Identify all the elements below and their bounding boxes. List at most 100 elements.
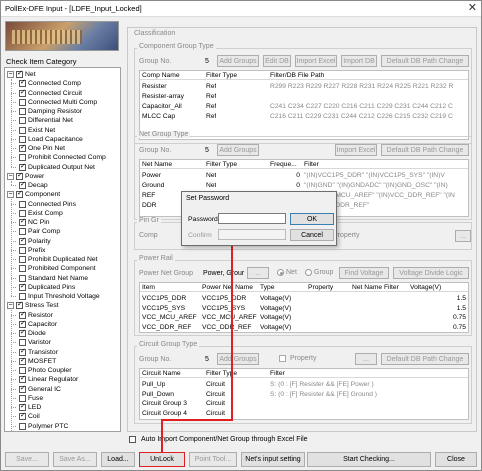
table-cell[interactable]: DDR	[142, 202, 157, 209]
table-cell[interactable]: C216 C211 C229 C231 C244 C212 C226 C215 …	[270, 113, 468, 120]
confirm-input[interactable]	[218, 229, 286, 240]
tree-item[interactable]: Connected Pins	[19, 200, 76, 209]
tree-item[interactable]: Transient Stress Test	[19, 430, 91, 431]
point-tool-button[interactable]: Point Tool...	[189, 452, 237, 467]
table-cell[interactable]: VCC1P5_DDR	[202, 295, 246, 302]
collapse-icon[interactable]: −	[7, 172, 14, 180]
tree-item-checkbox[interactable]	[19, 293, 26, 300]
tree-item-checkbox[interactable]	[19, 411, 26, 421]
tree-item-checkbox[interactable]	[19, 143, 26, 153]
table-cell[interactable]: R299 R223 R229 R227 R228 R231 R224 R225 …	[270, 83, 468, 90]
tree-item-checkbox[interactable]	[19, 402, 26, 412]
find-voltage-button[interactable]: Find Voltage	[339, 267, 389, 279]
comp-add-groups-button[interactable]: Add Groups	[217, 55, 259, 67]
tree-item[interactable]: Prohibit Duplicated Net	[19, 255, 98, 264]
table-cell[interactable]: Pull_Down	[142, 391, 174, 398]
radio-net[interactable]: Net	[277, 269, 297, 276]
table-cell[interactable]: VCC1P5_DDR	[142, 295, 186, 302]
tree-item-checkbox[interactable]	[19, 135, 26, 143]
tree-item-checkbox[interactable]	[19, 367, 26, 374]
tree-item-checkbox[interactable]	[19, 98, 26, 106]
table-cell[interactable]: Voltage(V)	[260, 324, 291, 331]
tree-group-checkbox[interactable]	[16, 189, 23, 199]
tree-item-checkbox[interactable]	[19, 246, 26, 254]
tree-group-checkbox[interactable]	[16, 300, 23, 310]
tree-item-checkbox[interactable]	[19, 328, 26, 338]
table-cell[interactable]: "(IN)VCC1P5_DDR" "(IN)VCC1P5_SYS" "(IN)V	[304, 172, 468, 179]
table-cell[interactable]: VCC_MCU_AREF	[202, 314, 257, 321]
circ-add-groups-button[interactable]: Add Groups	[217, 353, 259, 365]
tree-group-checkbox[interactable]	[16, 171, 23, 181]
tree-item[interactable]: Polarity	[19, 236, 51, 246]
tree-item-checkbox[interactable]	[19, 339, 26, 347]
table-cell[interactable]: Circuit Group 3	[142, 400, 187, 407]
tree-item[interactable]: Connected Comp	[19, 78, 81, 88]
table-cell[interactable]: Resister-array	[142, 93, 184, 100]
tree-item-checkbox[interactable]	[19, 200, 26, 208]
save-button[interactable]: Save...	[5, 452, 49, 467]
net-import-excel-button[interactable]: Import Excel	[335, 144, 377, 156]
tree-item-checkbox[interactable]	[19, 282, 26, 292]
tree-item-checkbox[interactable]	[19, 108, 26, 115]
collapse-icon[interactable]: −	[7, 71, 14, 78]
tree-item[interactable]: Connected Multi Comp	[19, 98, 97, 107]
net-default-db-path-button[interactable]: Default DB Path Change	[381, 144, 469, 156]
tree-item[interactable]: NC Pin	[19, 217, 50, 227]
table-cell[interactable]: Ref	[206, 83, 216, 90]
tree-item-checkbox[interactable]	[19, 256, 26, 263]
table-cell[interactable]: Ref	[206, 93, 216, 100]
circ-property-checkbox[interactable]: Property	[279, 355, 316, 362]
tree-item[interactable]: Exist Net	[19, 126, 55, 135]
ok-button[interactable]: OK	[290, 213, 334, 225]
table-cell[interactable]: REF	[142, 192, 155, 199]
tree-item-checkbox[interactable]	[19, 117, 26, 125]
start-checking-button[interactable]: Start Checking...	[307, 452, 431, 467]
table-cell[interactable]: VCC1P5_SYS	[142, 305, 185, 312]
table-cell[interactable]: Voltage(V)	[260, 295, 291, 302]
table-cell[interactable]: Circuit	[206, 400, 225, 407]
circ-default-db-path-button[interactable]: Default DB Path Change	[381, 353, 469, 365]
edit-db-button[interactable]: Edit DB	[263, 55, 291, 67]
table-cell[interactable]: Net	[206, 172, 216, 179]
tree-item-checkbox[interactable]	[19, 384, 26, 394]
table-cell[interactable]: Ref	[206, 113, 216, 120]
table-cell[interactable]: Circuit	[206, 410, 225, 417]
tree-item-checkbox[interactable]	[19, 154, 26, 162]
tree-item-checkbox[interactable]	[19, 347, 26, 357]
tree-item-checkbox[interactable]	[19, 217, 26, 227]
tree-item[interactable]: General IC	[19, 384, 61, 394]
tree-item-checkbox[interactable]	[19, 126, 26, 134]
tree-item[interactable]: One Pin Net	[19, 143, 65, 153]
tree-item[interactable]: Prohibit Connected Comp	[19, 153, 106, 162]
table-cell[interactable]: VCC_MCU_AREF	[142, 314, 197, 321]
tree-item[interactable]: Duplicated Output Net	[19, 162, 95, 172]
table-cell[interactable]: S: (0 : [F] Resister && [FE] Power )	[270, 381, 468, 388]
tree-group-checkbox[interactable]	[16, 69, 23, 79]
auto-import-box[interactable]	[129, 436, 136, 443]
tree-item[interactable]: Input Threshold Voltage	[19, 292, 100, 301]
table-cell[interactable]: "(IN)GND" "(IN)GNDADC" "(IN)GND_OSC" "(I…	[304, 182, 468, 189]
tree-item-checkbox[interactable]	[19, 78, 26, 88]
circ-property-box[interactable]	[279, 355, 286, 362]
table-cell[interactable]: 1.5	[410, 305, 466, 312]
tree-item-checkbox[interactable]	[19, 209, 26, 217]
table-cell[interactable]: Net	[206, 182, 216, 189]
voltage-divide-logic-button[interactable]: Voltage Divide Logic	[393, 267, 469, 279]
pin-ellipsis-button[interactable]: ...	[455, 230, 471, 242]
tree-item[interactable]: Photo Coupler	[19, 366, 71, 375]
tree-item[interactable]: Diode	[19, 328, 46, 338]
check-item-tree[interactable]: −NetConnected CompConnected CircuitConne…	[4, 67, 121, 432]
table-cell[interactable]: Voltage(V)	[260, 305, 291, 312]
tree-item[interactable]: Differential Net	[19, 116, 73, 125]
collapse-icon[interactable]: −	[7, 302, 14, 310]
tree-item-checkbox[interactable]	[19, 374, 26, 384]
tree-item-checkbox[interactable]	[19, 310, 26, 320]
tree-group[interactable]: − Component	[7, 189, 60, 199]
table-cell[interactable]: 0	[270, 172, 300, 179]
tree-item[interactable]: Coil	[19, 411, 40, 421]
table-cell[interactable]: Circuit	[206, 381, 225, 388]
load-button[interactable]: Load...	[101, 452, 135, 467]
save-as-button[interactable]: Save As...	[53, 452, 97, 467]
tree-item[interactable]: Decap	[19, 180, 48, 190]
tree-item[interactable]: Duplicated Pins	[19, 282, 75, 292]
